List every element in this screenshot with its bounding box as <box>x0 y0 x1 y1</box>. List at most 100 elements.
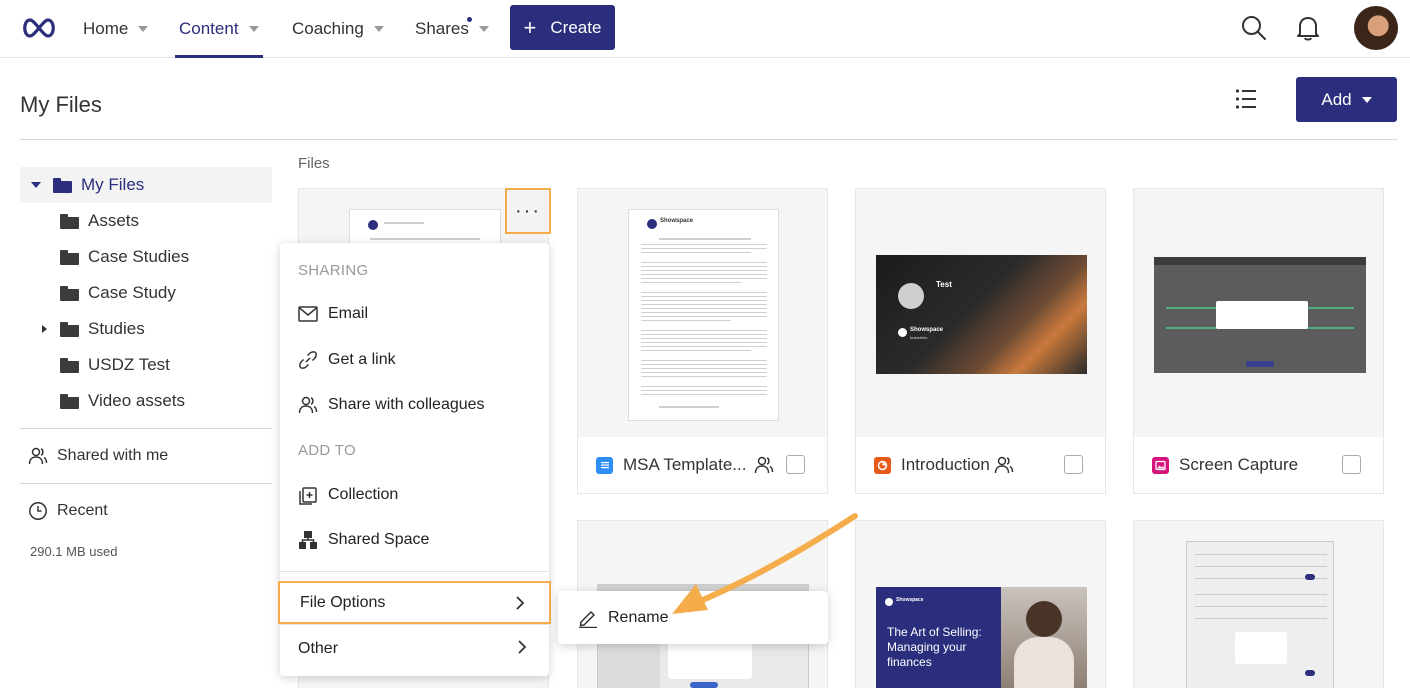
nav-shares-label: Shares <box>415 19 469 38</box>
menu-item-shared-space[interactable]: Shared Space <box>298 530 429 550</box>
folder-icon <box>60 285 79 301</box>
avatar[interactable] <box>1354 6 1398 50</box>
screenshot-preview <box>1186 541 1334 688</box>
sidebar-item-label: Assets <box>88 211 140 230</box>
menu-divider <box>280 624 549 625</box>
logo-icon[interactable] <box>20 15 58 41</box>
slide-brand-sub: Industries <box>910 335 928 340</box>
file-card-footer: MSA Template... <box>578 437 827 493</box>
chevron-down-icon <box>248 26 259 32</box>
chevron-down-icon <box>138 26 149 32</box>
folder-icon <box>60 249 79 265</box>
nav-coaching[interactable]: Coaching <box>292 0 384 58</box>
menu-item-get-link[interactable]: Get a link <box>298 350 396 370</box>
more-options-button[interactable]: ··· <box>505 188 551 234</box>
file-card-screen-capture[interactable]: Screen Capture <box>1133 188 1384 494</box>
file-select-checkbox[interactable] <box>1064 455 1083 474</box>
sidebar-recent[interactable]: Recent <box>28 501 108 521</box>
chevron-down-icon <box>478 26 489 32</box>
menu-item-file-options[interactable]: File Options <box>278 581 551 624</box>
image-icon <box>1152 456 1169 474</box>
file-select-checkbox[interactable] <box>786 455 805 474</box>
pencil-icon <box>579 610 597 628</box>
people-icon <box>28 447 48 465</box>
nav-content[interactable]: Content <box>175 0 263 58</box>
file-thumbnail[interactable] <box>1134 189 1383 437</box>
ellipsis-icon: ··· <box>515 199 541 222</box>
nav-coaching-label: Coaching <box>292 19 364 38</box>
create-button-label: Create <box>550 17 602 37</box>
sidebar-divider <box>20 483 272 484</box>
slide-title: The Art of Selling: Managing your financ… <box>887 625 982 669</box>
file-card-msa-template[interactable]: Showspace MSA Template... <box>577 188 828 494</box>
file-card-row2-4[interactable] <box>1133 520 1384 688</box>
sidebar-item-assets[interactable]: Assets <box>20 203 139 239</box>
top-nav: Home Content Coaching Shares + Create <box>0 0 1410 58</box>
file-thumbnail[interactable]: Showspace <box>578 189 827 437</box>
sidebar-item-case-study[interactable]: Case Study <box>20 275 176 311</box>
create-button[interactable]: + Create <box>510 5 615 50</box>
caret-down-icon[interactable] <box>31 182 41 188</box>
folder-icon <box>60 357 79 373</box>
sidebar-item-label: Case Studies <box>88 247 190 266</box>
menu-item-other[interactable]: Other <box>278 627 551 670</box>
header-divider <box>20 139 1398 140</box>
sidebar-item-video-assets[interactable]: Video assets <box>20 383 185 419</box>
sidebar-shared-with-me[interactable]: Shared with me <box>28 446 168 466</box>
presentation-preview: Showspace The Art of Selling: Managing y… <box>876 587 1087 688</box>
nav-shares[interactable]: Shares <box>415 0 489 58</box>
link-icon <box>299 351 317 369</box>
nav-home[interactable]: Home <box>83 0 149 58</box>
shared-space-icon <box>299 531 317 549</box>
menu-item-label: Get a link <box>328 351 396 368</box>
menu-item-email[interactable]: Email <box>298 305 368 323</box>
menu-item-collection[interactable]: Collection <box>298 485 398 505</box>
sidebar-item-studies[interactable]: Studies <box>20 311 145 347</box>
file-card-introduction[interactable]: Test Showspace Industries Introduction <box>855 188 1106 494</box>
bell-icon[interactable] <box>1296 14 1320 42</box>
menu-item-share-with-colleagues[interactable]: Share with colleagues <box>298 395 485 415</box>
screenshot-preview <box>1154 257 1366 373</box>
file-context-menu: SHARING Email Get a link Share with coll… <box>278 243 551 676</box>
document-preview: Showspace <box>628 209 779 421</box>
menu-item-label: Shared Space <box>328 531 430 548</box>
menu-item-label: Email <box>328 305 369 322</box>
list-view-icon[interactable] <box>1235 88 1257 110</box>
sidebar-divider <box>20 428 272 429</box>
shared-people-icon <box>994 456 1014 474</box>
folder-icon <box>60 393 79 409</box>
caret-right-icon[interactable] <box>42 325 47 333</box>
chevron-right-icon <box>518 640 527 654</box>
add-button-label: Add <box>1321 89 1352 109</box>
sidebar-item-label: Video assets <box>88 391 186 410</box>
menu-section-add-to: ADD TO <box>298 442 356 459</box>
slide-title: Test <box>936 280 952 289</box>
shared-people-icon <box>755 456 774 474</box>
notification-dot <box>467 17 472 22</box>
file-thumbnail[interactable]: Showspace The Art of Selling: Managing y… <box>856 521 1105 688</box>
menu-divider <box>280 571 549 572</box>
file-name[interactable]: Introduction <box>901 455 990 475</box>
file-thumbnail[interactable] <box>1134 521 1383 688</box>
chevron-right-icon <box>516 596 525 610</box>
shared-with-me-label: Shared with me <box>57 447 169 464</box>
add-button[interactable]: Add <box>1296 77 1397 122</box>
search-icon[interactable] <box>1241 15 1267 41</box>
sidebar-item-label: USDZ Test <box>88 355 170 374</box>
file-select-checkbox[interactable] <box>1342 455 1361 474</box>
recent-label: Recent <box>57 502 108 519</box>
page-title: My Files <box>20 92 102 117</box>
chevron-down-icon <box>373 26 384 32</box>
file-name[interactable]: MSA Template... <box>623 455 746 475</box>
presentation-icon <box>874 456 891 474</box>
file-name[interactable]: Screen Capture <box>1179 455 1298 475</box>
file-card-row2-3[interactable]: Showspace The Art of Selling: Managing y… <box>855 520 1106 688</box>
sidebar-item-my-files[interactable]: My Files <box>20 167 272 203</box>
sidebar-item-usdz-test[interactable]: USDZ Test <box>20 347 170 383</box>
sidebar-item-case-studies[interactable]: Case Studies <box>20 239 189 275</box>
sidebar-item-label: Case Study <box>88 283 176 302</box>
nav-home-label: Home <box>83 19 129 38</box>
folder-icon <box>53 177 72 193</box>
file-card-footer: Introduction <box>856 437 1105 493</box>
file-thumbnail[interactable]: Test Showspace Industries <box>856 189 1105 437</box>
